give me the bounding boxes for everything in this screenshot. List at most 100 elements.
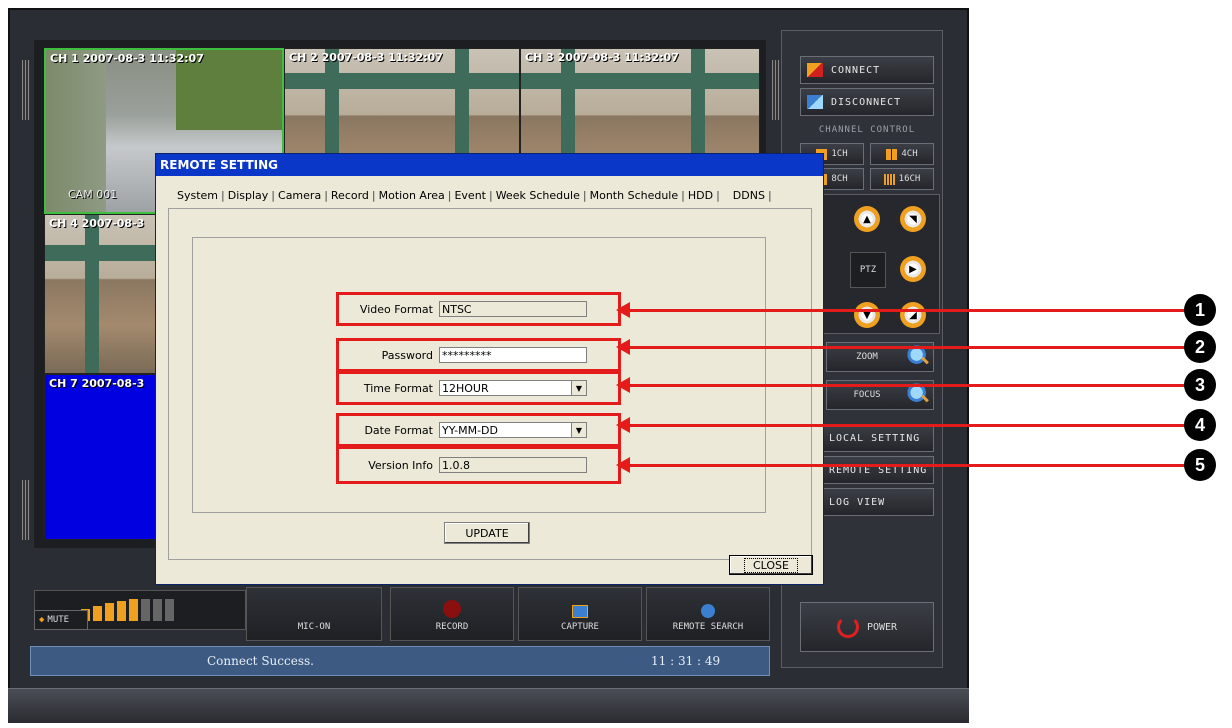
local-setting-label: LOCAL SETTING [829, 432, 921, 444]
close-button[interactable]: CLOSE [729, 555, 813, 575]
record-label: RECORD [435, 622, 469, 632]
log-view-button[interactable]: LOG VIEW [820, 488, 934, 516]
video-format-label: Video Format [359, 302, 433, 316]
left-grip-top[interactable] [22, 60, 30, 120]
remote-setting-dialog: REMOTE SETTING System | Display | Camera | … [155, 153, 824, 585]
4ch-icon [886, 148, 898, 160]
16ch-label: 16CH [898, 174, 921, 184]
remote-search-label: REMOTE SEARCH [672, 622, 744, 632]
tab-separator: | [767, 189, 772, 202]
chevron-down-icon[interactable]: ▼ [571, 381, 586, 395]
8ch-label: 8CH [831, 174, 848, 184]
callout-line-1 [630, 309, 1200, 312]
password-input[interactable]: ********* [439, 347, 587, 363]
cam-tag: CAM 001 [68, 188, 118, 201]
camera-icon [572, 605, 588, 618]
capture-button[interactable]: CAPTURE [518, 587, 642, 641]
disconnect-label: DISCONNECT [831, 96, 902, 108]
ch1-label: CH 1 2007-08-3 11:32:07 [50, 52, 204, 65]
left-grip-bottom[interactable] [22, 480, 30, 540]
video-format-field: NTSC [439, 301, 587, 317]
right-grip[interactable] [772, 60, 780, 120]
callout-badge-3: 3 [1184, 369, 1216, 401]
record-button[interactable]: RECORD [390, 587, 514, 641]
update-button[interactable]: UPDATE [444, 522, 530, 544]
capture-label: CAPTURE [561, 622, 599, 632]
callout-badge-4: 4 [1184, 409, 1216, 441]
time-format-label: Time Format [363, 381, 433, 395]
power-label: POWER [866, 621, 898, 633]
connect-icon [807, 63, 823, 77]
disconnect-icon [807, 95, 823, 109]
tab-week-schedule[interactable]: Week Schedule [493, 189, 583, 202]
tab-event[interactable]: Event [451, 189, 489, 202]
callout-arrow-3 [616, 377, 630, 393]
ch4-label: CH 4 2007-08-3 [49, 217, 145, 230]
log-view-label: LOG VIEW [829, 496, 886, 508]
time-format-value: 12HOUR [442, 381, 489, 395]
bridge-scene [45, 215, 167, 373]
16ch-button[interactable]: 16CH [870, 168, 934, 190]
tab-strip: System | Display | Camera | Record | Motion … [174, 189, 772, 202]
power-button[interactable]: POWER [800, 602, 934, 652]
ptz-down-right-button[interactable]: ◢ [900, 302, 926, 328]
tab-display[interactable]: Display [225, 189, 272, 202]
callout-badge-1: 1 [1184, 294, 1216, 326]
chevron-down-icon[interactable]: ▼ [571, 423, 586, 437]
4ch-label: 4CH [901, 149, 918, 159]
callout-arrow-1 [616, 302, 630, 318]
date-format-value: YY-MM-DD [442, 423, 498, 437]
password-row: Password ********* [336, 338, 621, 372]
version-info-label: Version Info [368, 458, 433, 472]
mute-label: MUTE [47, 615, 70, 625]
remote-search-button[interactable]: REMOTE SEARCH [646, 587, 770, 641]
tab-record[interactable]: Record [328, 189, 372, 202]
status-message: Connect Success. [207, 654, 314, 668]
zoom-label: ZOOM [856, 352, 878, 362]
mute-button[interactable]: ◆ MUTE [34, 610, 88, 630]
callout-arrow-4 [616, 417, 630, 433]
remote-setting-button[interactable]: REMOTE SETTING [820, 456, 934, 484]
time-format-select[interactable]: 12HOUR ▼ [439, 380, 587, 396]
mic-button[interactable]: MIC-ON [246, 587, 382, 641]
tab-ddns[interactable]: DDNS [730, 189, 768, 202]
tab-motion-area[interactable]: Motion Area [376, 189, 448, 202]
ptz-right-button[interactable]: ▶ [900, 256, 926, 282]
ptz-down-button[interactable]: ▼ [854, 302, 880, 328]
callout-arrow-5 [616, 457, 630, 473]
video-channel-7[interactable]: CH 7 2007-08-3 [44, 374, 168, 540]
4ch-button[interactable]: 4CH [870, 143, 934, 165]
date-format-select[interactable]: YY-MM-DD ▼ [439, 422, 587, 438]
tab-system[interactable]: System [174, 189, 221, 202]
video-format-row: Video Format NTSC [336, 292, 621, 326]
tab-separator: | [716, 189, 720, 202]
status-time: 11 : 31 : 49 [651, 654, 721, 668]
tab-camera[interactable]: Camera [275, 189, 324, 202]
callout-line-2 [630, 346, 1200, 349]
date-format-label: Date Format [364, 423, 433, 437]
video-channel-4[interactable]: CH 4 2007-08-3 [44, 214, 168, 374]
status-bar: Connect Success. 11 : 31 : 49 [30, 646, 770, 676]
callout-line-4 [630, 424, 1200, 427]
close-label: CLOSE [743, 557, 798, 573]
callout-badge-5: 5 [1184, 449, 1216, 481]
1ch-label: 1CH [831, 149, 848, 159]
tab-hdd[interactable]: HDD [685, 189, 716, 202]
callout-line-5 [630, 464, 1200, 467]
ch2-label: CH 2 2007-08-3 11:32:07 [289, 51, 443, 64]
girder [521, 73, 759, 89]
disconnect-button[interactable]: DISCONNECT [800, 88, 934, 116]
ptz-center: PTZ [850, 252, 886, 288]
16ch-icon [883, 173, 895, 185]
tab-month-schedule[interactable]: Month Schedule [587, 189, 682, 202]
channel-control-heading: CHANNEL CONTROL [818, 125, 916, 135]
connect-label: CONNECT [831, 64, 881, 76]
girder [45, 245, 167, 261]
connect-button[interactable]: CONNECT [800, 56, 934, 84]
speaker-icon: ◆ [39, 615, 45, 625]
girder-post [85, 215, 99, 373]
local-setting-button[interactable]: LOCAL SETTING [820, 424, 934, 452]
ptz-up-right-button[interactable]: ◥ [900, 206, 926, 232]
ptz-up-button[interactable]: ▲ [854, 206, 880, 232]
version-info-row: Version Info 1.0.8 [336, 446, 621, 484]
